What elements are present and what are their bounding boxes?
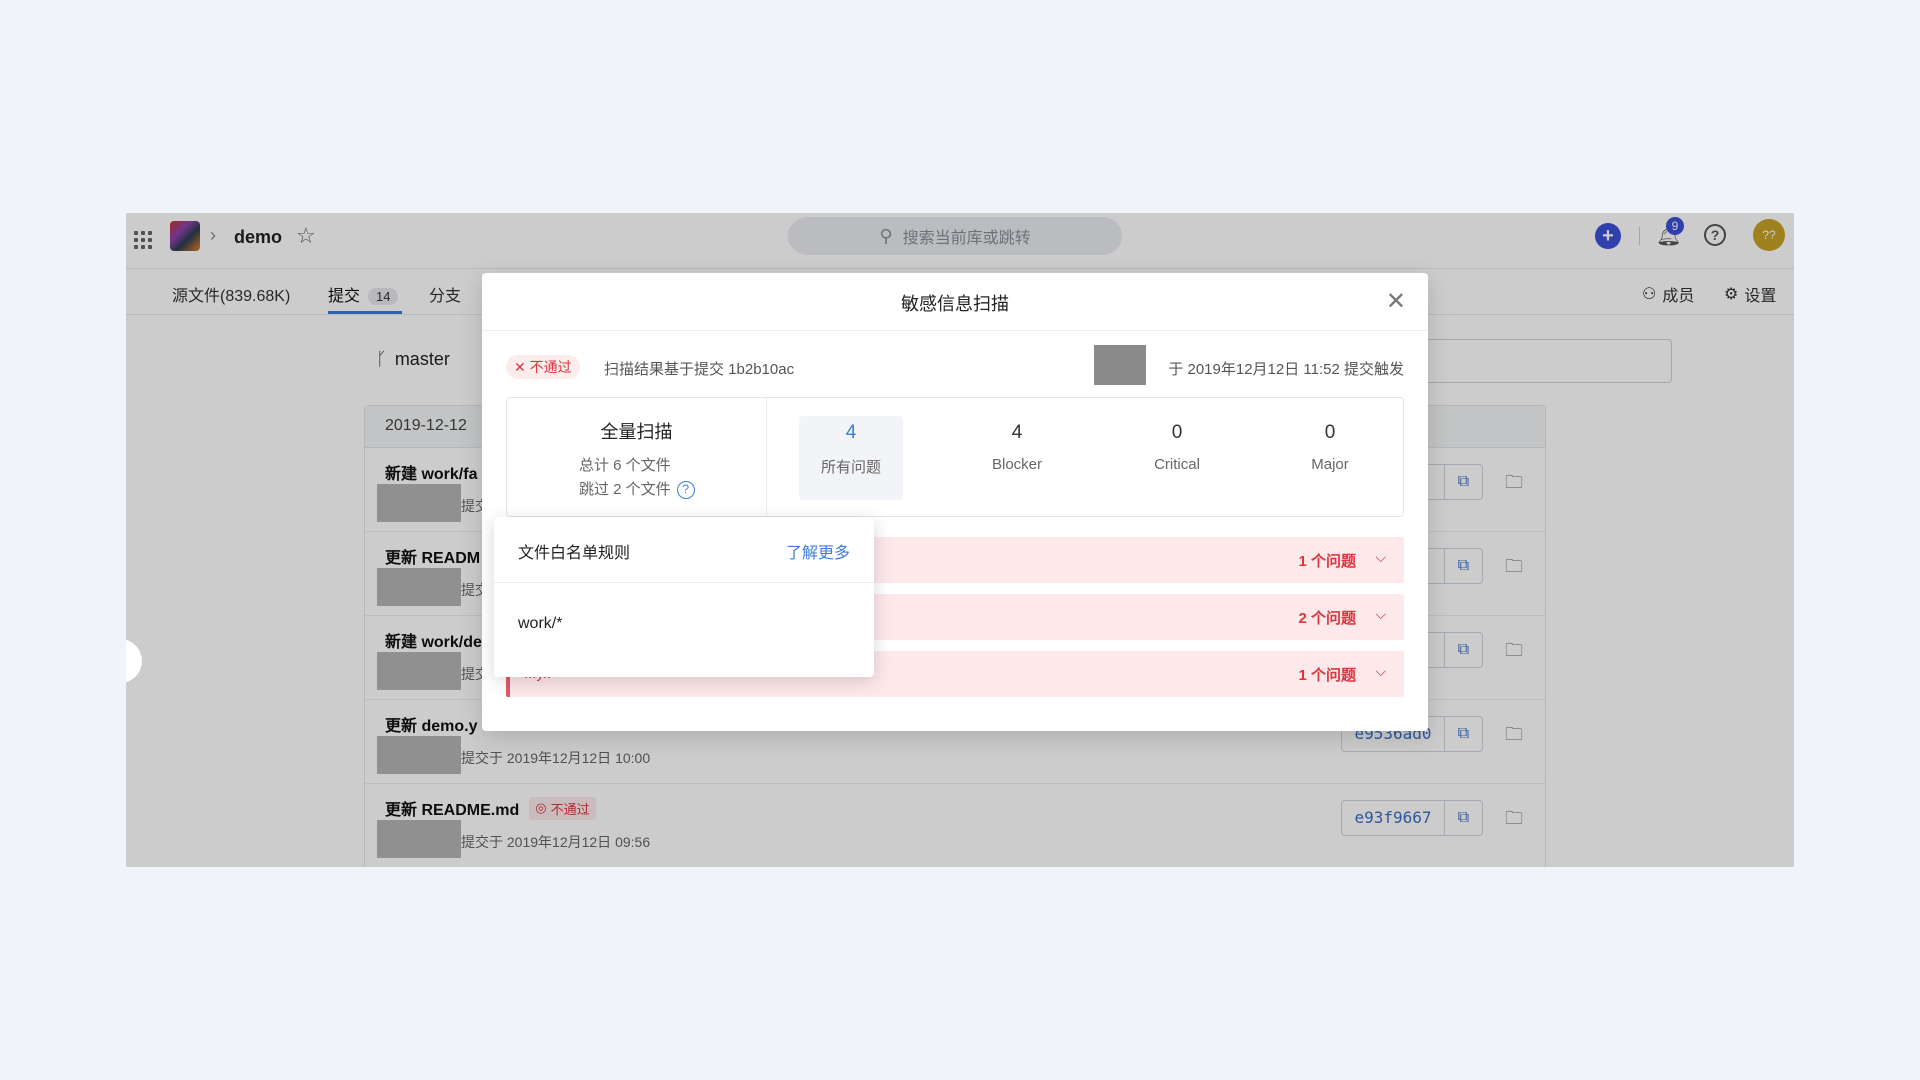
question-icon[interactable]: ?	[676, 481, 695, 500]
whitelist-rule: work/*	[518, 615, 563, 632]
stat-label: Blocker	[991, 456, 1043, 473]
stat-all-issues[interactable]: 4 所有问题	[799, 416, 903, 500]
stat-value: 0	[1171, 422, 1183, 443]
stat-value: 4	[845, 422, 857, 443]
stat-major[interactable]: 0 Major	[1278, 416, 1382, 500]
dialog-header: 敏感信息扫描 ✕	[482, 273, 1428, 331]
chevron-down-icon[interactable]: ⌵	[1375, 606, 1386, 623]
stat-value: 4	[1011, 422, 1023, 443]
dialog-title: 敏感信息扫描	[901, 294, 1009, 314]
scan-basis-text: 扫描结果基于提交 1b2b10ac	[604, 361, 795, 378]
scan-status-row: ✕ 不通过 扫描结果基于提交 1b2b10ac 于 2019年12月12日 11…	[506, 345, 1404, 385]
popover-title: 文件白名单规则	[518, 545, 631, 562]
stat-label: Major	[1311, 456, 1349, 473]
trigger-user-avatar	[1094, 345, 1146, 385]
skipped-files-row: 跳过 2 个文件?	[579, 478, 695, 500]
full-scan-title: 全量扫描	[600, 422, 673, 442]
learn-more-link[interactable]: 了解更多	[786, 539, 850, 563]
issue-count: 1 个问题	[1298, 667, 1356, 684]
total-files-text: 总计 6 个文件	[579, 457, 671, 474]
stat-critical[interactable]: 0 Critical	[1125, 416, 1229, 500]
full-scan-panel: 全量扫描 总计 6 个文件 跳过 2 个文件?	[507, 398, 767, 516]
stat-value: 0	[1324, 422, 1336, 443]
scan-status-label: 不通过	[529, 359, 572, 375]
popover-header: 文件白名单规则 了解更多	[494, 517, 874, 583]
close-icon: ✕	[514, 359, 526, 375]
stat-label: Critical	[1154, 456, 1200, 473]
scan-trigger-text: 于 2019年12月12日 11:52 提交触发	[1168, 361, 1404, 378]
whitelist-popover: 文件白名单规则 了解更多 work/*	[494, 517, 874, 677]
scan-status-badge: ✕ 不通过	[506, 355, 580, 379]
stat-blocker[interactable]: 4 Blocker	[965, 416, 1069, 500]
issue-count: 1 个问题	[1298, 553, 1356, 570]
stat-label: 所有问题	[820, 459, 881, 476]
scan-summary-card: 全量扫描 总计 6 个文件 跳过 2 个文件? 4 所有问题 4 Blocker…	[506, 397, 1404, 517]
chevron-down-icon[interactable]: ⌵	[1375, 663, 1386, 680]
skipped-files-text: 跳过 2 个文件	[579, 481, 671, 498]
close-icon[interactable]: ✕	[1386, 287, 1406, 316]
issue-count: 2 个问题	[1298, 610, 1356, 627]
chevron-down-icon[interactable]: ⌵	[1375, 549, 1386, 566]
